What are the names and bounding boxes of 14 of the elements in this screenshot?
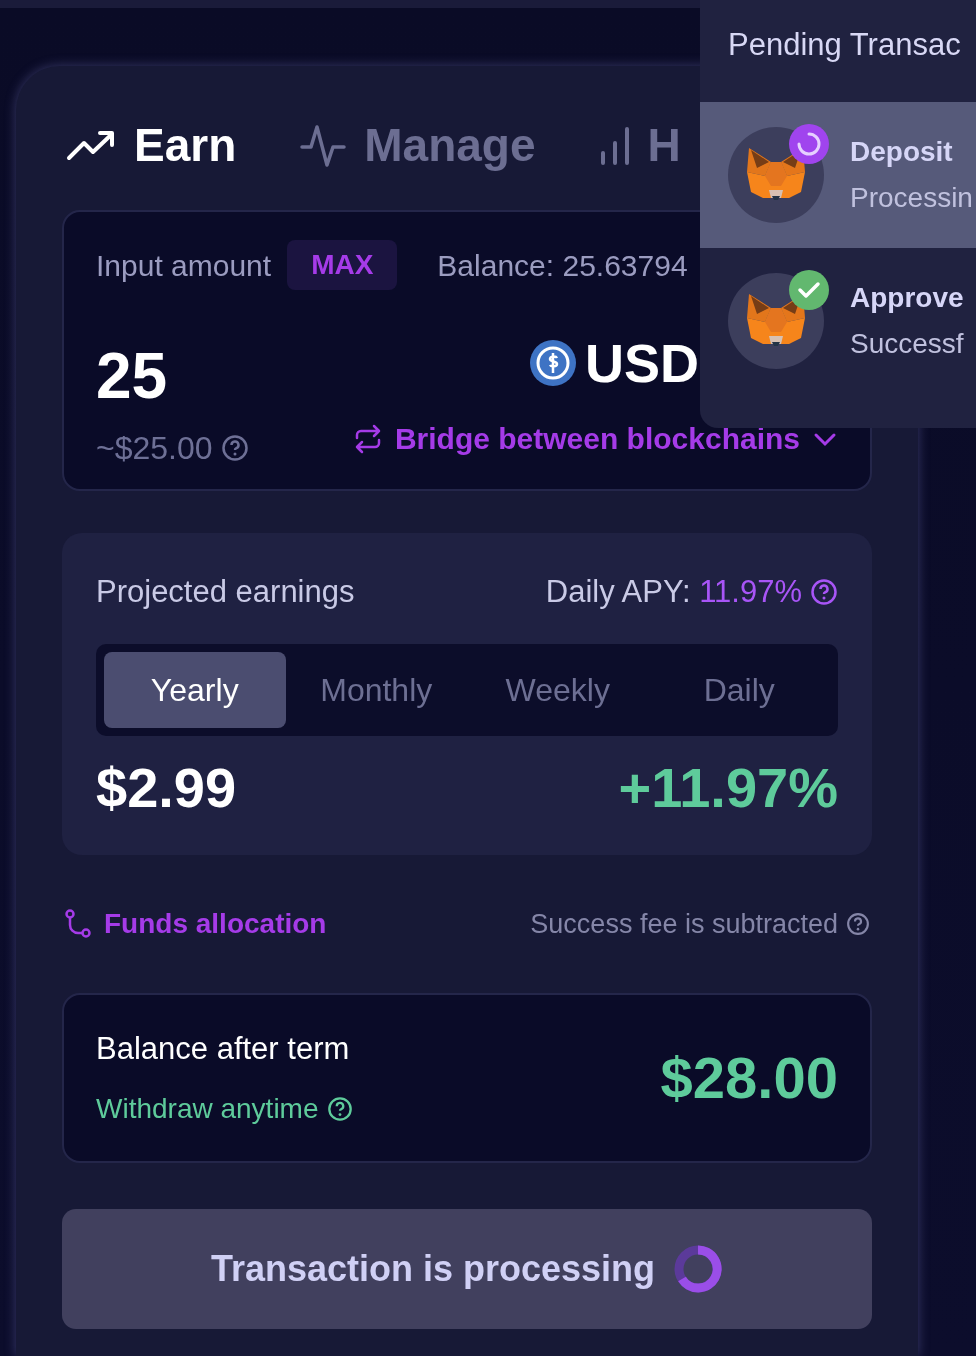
input-label: Input amount bbox=[96, 247, 272, 284]
withdraw-note: Withdraw anytime bbox=[96, 1092, 319, 1127]
token-name: USD bbox=[584, 336, 699, 390]
balance-value: $28.00 bbox=[660, 1049, 838, 1107]
apy-text: Daily APY: 11.97% bbox=[545, 573, 802, 611]
panel-title: Pending Transac bbox=[727, 26, 962, 64]
earnings-value: $2.99 bbox=[96, 759, 237, 816]
balance-text: Balance: 25.63794 bbox=[437, 247, 688, 284]
change-value: +11.97% bbox=[618, 759, 838, 816]
amount-value: 25 bbox=[96, 344, 169, 408]
fee-note: Success fee is subtracted bbox=[530, 907, 838, 941]
panel-title: Projected earnings bbox=[96, 573, 355, 611]
usd-value: ~$25.00 bbox=[96, 429, 213, 468]
balance-label: Balance after term bbox=[96, 1029, 351, 1068]
